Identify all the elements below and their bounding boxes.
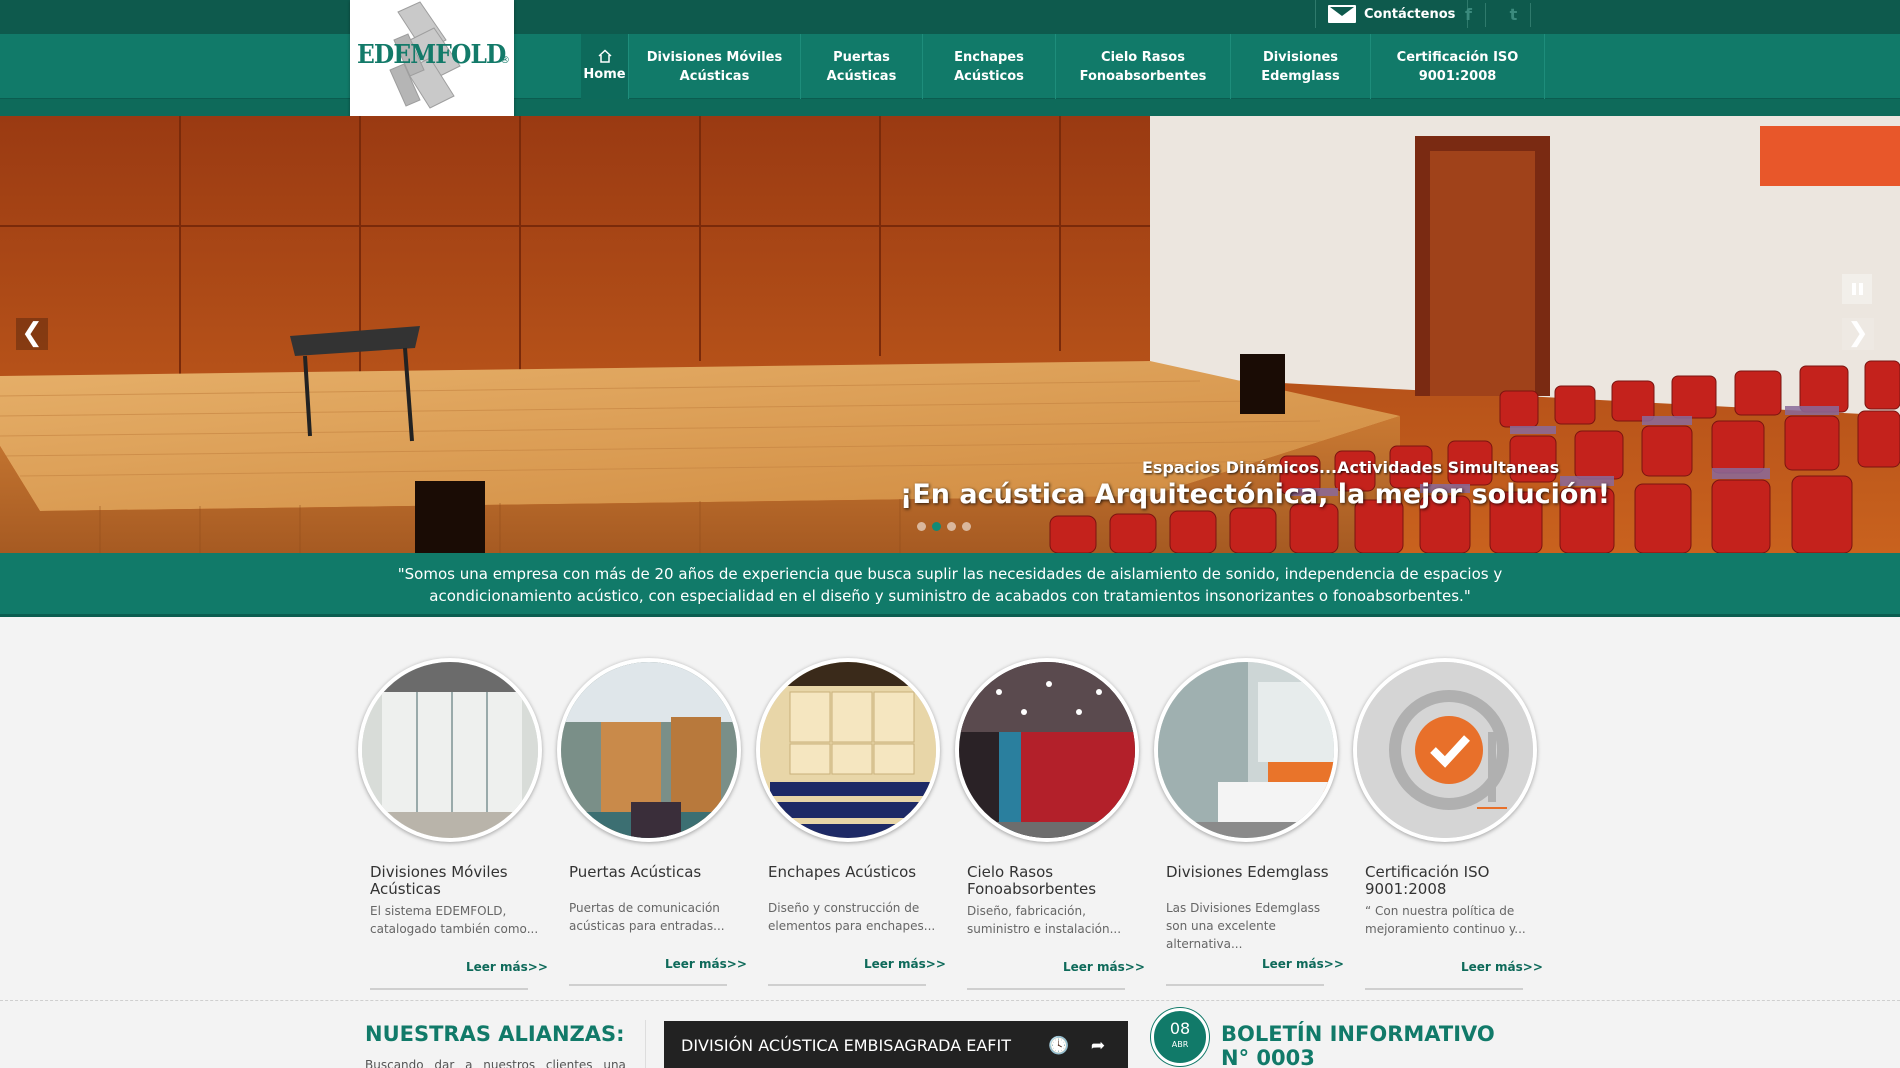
section-divider: [0, 1000, 1900, 1001]
hero-title: ¡En acústica Arquitectónica, la mejor so…: [900, 479, 1611, 510]
column-separator: [645, 1020, 646, 1068]
date-day: 08: [1169, 1019, 1191, 1038]
service-divider: [967, 988, 1125, 990]
nav-divisiones-moviles[interactable]: Divisiones Móviles Acústicas: [629, 34, 801, 99]
service-divider: [370, 988, 528, 990]
contact-label: Contáctenos: [1364, 6, 1456, 22]
edemfold-logo[interactable]: EDEMFOLD ®: [350, 0, 514, 121]
service-card: Certificación ISO 9001:2008 “ Con nuestr…: [1351, 658, 1550, 991]
service-divider: [569, 984, 727, 986]
service-title[interactable]: Divisiones Móviles Acústicas: [370, 864, 540, 898]
service-desc: Las Divisiones Edemglass son una excelen…: [1166, 901, 1321, 951]
company-quote-band: "Somos una empresa con más de 20 años de…: [0, 553, 1900, 617]
boletin-title[interactable]: BOLETÍN INFORMATIVO N° 0003: [1221, 1022, 1521, 1068]
video-player[interactable]: DIVISIÓN ACÚSTICA EMBISAGRADA EAFIT 🕓 ➦: [664, 1021, 1128, 1068]
service-divider: [1365, 988, 1523, 990]
service-card: Divisiones Edemglass Las Divisiones Edem…: [1152, 658, 1351, 991]
service-title[interactable]: Certificación ISO 9001:2008: [1365, 864, 1535, 898]
service-image-edemglass[interactable]: [1154, 658, 1338, 842]
service-card: Enchapes Acústicos Diseño y construcción…: [754, 658, 953, 991]
service-divider: [1166, 984, 1324, 986]
service-title[interactable]: Enchapes Acústicos: [768, 864, 938, 881]
nav-enchapes-acusticos[interactable]: Enchapes Acústicos: [923, 34, 1056, 99]
slider-prev-arrow-icon[interactable]: ❮: [16, 318, 48, 350]
slider-dots: [917, 522, 971, 531]
facebook-icon[interactable]: f: [1452, 3, 1486, 27]
service-image-cielo-rasos[interactable]: [955, 658, 1139, 842]
service-image-enchapes[interactable]: [756, 658, 940, 842]
nav-home[interactable]: Home: [581, 34, 629, 99]
home-icon: [597, 49, 613, 63]
service-desc: El sistema EDEMFOLD, catalogado también …: [370, 904, 539, 936]
alianzas-title: NUESTRAS ALIANZAS:: [365, 1022, 625, 1046]
date-month: ABR: [1171, 1040, 1189, 1049]
slider-next-arrow-icon[interactable]: ❯: [1842, 318, 1874, 350]
service-card: Cielo Rasos Fonoabsorbentes Diseño, fabr…: [953, 658, 1152, 991]
service-title[interactable]: Cielo Rasos Fonoabsorbentes: [967, 864, 1137, 898]
logo-registered: ®: [500, 55, 510, 66]
nav-certificacion-iso[interactable]: Certificación ISO 9001:2008: [1371, 34, 1545, 99]
service-title[interactable]: Puertas Acústicas: [569, 864, 739, 881]
envelope-icon: [1328, 5, 1356, 23]
clock-icon[interactable]: 🕓: [1048, 1035, 1070, 1057]
slider-dot-active[interactable]: [932, 522, 941, 531]
service-desc: Diseño y construcción de elementos para …: [768, 901, 936, 933]
service-divider: [768, 984, 926, 986]
top-bar: Contáctenos f t: [0, 0, 1900, 34]
read-more-link[interactable]: Leer más>>: [466, 960, 548, 974]
read-more-link[interactable]: Leer más>>: [1262, 957, 1344, 971]
read-more-link[interactable]: Leer más>>: [1461, 960, 1543, 974]
read-more-link[interactable]: Leer más>>: [1063, 960, 1145, 974]
hero-subtitle: Espacios Dinámicos...Actividades Simulta…: [1142, 458, 1560, 477]
nav-strip: [0, 99, 1900, 116]
service-image-puertas[interactable]: [557, 658, 741, 842]
slider-dot[interactable]: [962, 522, 971, 531]
service-title[interactable]: Divisiones Edemglass: [1166, 864, 1336, 881]
service-card: Puertas Acústicas Puertas de comunicació…: [555, 658, 754, 991]
service-desc: Puertas de comunicación acústicas para e…: [569, 901, 725, 933]
hero-slider: Espacios Dinámicos...Actividades Simulta…: [0, 116, 1900, 553]
service-card: Divisiones Móviles Acústicas El sistema …: [356, 658, 555, 991]
nav-puertas-acusticas[interactable]: Puertas Acústicas: [801, 34, 923, 99]
video-title[interactable]: DIVISIÓN ACÚSTICA EMBISAGRADA EAFIT: [681, 1036, 1011, 1055]
read-more-link[interactable]: Leer más>>: [665, 957, 747, 971]
date-badge: 08 ABR: [1151, 1008, 1209, 1066]
nav-divisiones-edemglass[interactable]: Divisiones Edemglass: [1231, 34, 1371, 99]
twitter-icon[interactable]: t: [1497, 3, 1531, 27]
main-nav: Home Divisiones Móviles Acústicas Puerta…: [581, 34, 1545, 99]
alianzas-text: Buscando dar a nuestros clientes una: [365, 1058, 626, 1068]
service-desc: Diseño, fabricación, suministro e instal…: [967, 904, 1122, 936]
service-image-iso[interactable]: [1353, 658, 1537, 842]
services-list: Divisiones Móviles Acústicas El sistema …: [356, 658, 1550, 991]
contact-link[interactable]: Contáctenos: [1315, 0, 1469, 28]
service-image-divisiones[interactable]: [358, 658, 542, 842]
slider-pause-icon[interactable]: [1842, 274, 1872, 304]
nav-home-label: Home: [583, 67, 626, 82]
logo-text: EDEMFOLD: [357, 40, 506, 70]
nav-cielo-rasos[interactable]: Cielo Rasos Fonoabsorbentes: [1056, 34, 1231, 99]
slider-dot[interactable]: [947, 522, 956, 531]
company-quote: "Somos una empresa con más de 20 años de…: [397, 565, 1503, 605]
share-icon[interactable]: ➦: [1087, 1035, 1109, 1057]
slider-dot[interactable]: [917, 522, 926, 531]
service-desc: “ Con nuestra política de mejoramiento c…: [1365, 904, 1526, 936]
read-more-link[interactable]: Leer más>>: [864, 957, 946, 971]
